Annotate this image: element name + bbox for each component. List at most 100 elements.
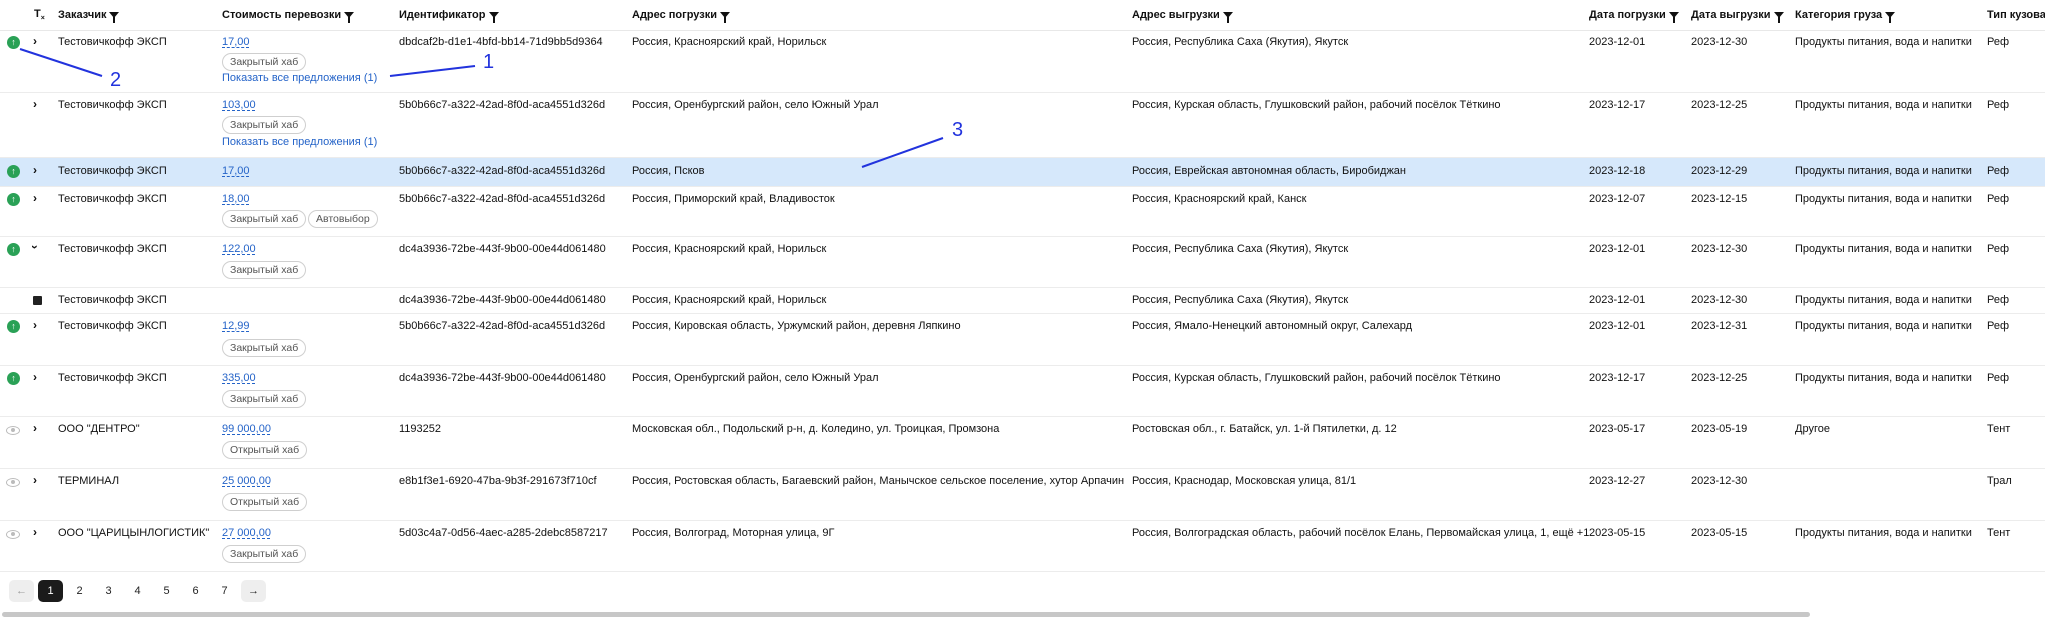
expand-chevron-icon[interactable]: › xyxy=(33,421,37,435)
closed-hub-chip: Закрытый хаб xyxy=(222,116,307,134)
load-date-cell: 2023-12-01 xyxy=(1589,320,1646,332)
price-link[interactable]: 103,00 xyxy=(222,99,256,111)
pagination: ← 1 2 3 4 5 6 7 → xyxy=(9,580,266,602)
prev-page-button[interactable]: ← xyxy=(9,580,34,602)
page-button[interactable]: 3 xyxy=(96,580,121,602)
horizontal-scrollbar[interactable] xyxy=(2,612,1810,617)
price-link[interactable]: 335,00 xyxy=(222,372,256,384)
col-cost[interactable]: Стоимость перевозки xyxy=(222,9,355,23)
show-offers-link[interactable]: Показать все предложения (1) xyxy=(222,72,377,84)
filter-icon[interactable] xyxy=(488,12,499,23)
col-load-address[interactable]: Адрес погрузки xyxy=(632,9,731,23)
table-row[interactable]: › Тестовичкофф ЭКСП 103,00 Закрытый хаб … xyxy=(0,93,2045,158)
body-type-cell: Реф xyxy=(1987,294,2010,306)
table-row-selected[interactable]: ↑ › Тестовичкофф ЭКСП 17,00 5b0b66c7-a32… xyxy=(0,158,2045,187)
table-child-row[interactable]: Тестовичкофф ЭКСП dc4a3936-72be-443f-9b0… xyxy=(0,288,2045,314)
col-load-date[interactable]: Дата погрузки xyxy=(1589,9,1679,23)
closed-hub-chip: Закрытый хаб xyxy=(222,210,307,228)
col-body-type[interactable]: Тип кузова xyxy=(1987,9,2045,21)
closed-hub-chip: Закрытый хаб xyxy=(222,53,307,71)
customer-cell: ООО "ЦАРИЦЫНЛОГИСТИК" xyxy=(58,527,210,539)
body-type-cell: Реф xyxy=(1987,372,2010,384)
expand-chevron-icon[interactable]: › xyxy=(33,34,37,48)
price-link[interactable]: 17,00 xyxy=(222,36,250,48)
filter-icon[interactable] xyxy=(344,12,355,23)
expand-chevron-icon[interactable]: › xyxy=(33,191,37,205)
id-cell: 5b0b66c7-a322-42ad-8f0d-aca4551d326d xyxy=(399,165,606,177)
load-address-cell: Россия, Красноярский край, Норильск xyxy=(632,243,827,255)
load-date-cell: 2023-12-07 xyxy=(1589,193,1646,205)
customer-cell: Тестовичкофф ЭКСП xyxy=(58,193,167,205)
price-link[interactable]: 122,00 xyxy=(222,243,256,255)
table-row[interactable]: › ООО "ДЕНТРО" 99 000,00 Открытый хаб 11… xyxy=(0,417,2045,469)
open-hub-chip: Открытый хаб xyxy=(222,441,308,459)
load-date-cell: 2023-12-01 xyxy=(1589,294,1646,306)
customer-cell: Тестовичкофф ЭКСП xyxy=(58,36,167,48)
expand-chevron-icon[interactable]: › xyxy=(33,163,37,177)
unload-date-cell: 2023-12-29 xyxy=(1691,165,1748,177)
next-page-button[interactable]: → xyxy=(241,580,266,602)
show-offers-link[interactable]: Показать все предложения (1) xyxy=(222,136,377,148)
price-link[interactable]: 18,00 xyxy=(222,193,250,205)
table-row[interactable]: ↑ › Тестовичкофф ЭКСП 18,00 Закрытый хаб… xyxy=(0,187,2045,237)
page-button[interactable]: 4 xyxy=(125,580,150,602)
col-cargo[interactable]: Категория груза xyxy=(1795,9,1896,23)
price-link[interactable]: 99 000,00 xyxy=(222,423,271,435)
filter-icon[interactable] xyxy=(720,12,731,23)
unload-address-cell: Россия, Республика Саха (Якутия), Якутск xyxy=(1132,243,1349,255)
table-row[interactable]: › ООО "ЦАРИЦЫНЛОГИСТИК" 27 000,00 Закрыт… xyxy=(0,521,2045,572)
expand-chevron-icon[interactable]: › xyxy=(33,97,37,111)
eye-icon xyxy=(6,478,20,487)
page-button[interactable]: 1 xyxy=(38,580,63,602)
load-date-cell: 2023-12-17 xyxy=(1589,372,1646,384)
published-status-icon: ↑ xyxy=(7,165,20,178)
col-id[interactable]: Идентификатор xyxy=(399,9,499,23)
col-unload-address[interactable]: Адрес выгрузки xyxy=(1132,9,1233,23)
price-link[interactable]: 17,00 xyxy=(222,165,250,177)
closed-hub-chip: Закрытый хаб xyxy=(222,390,307,408)
unload-date-cell: 2023-12-30 xyxy=(1691,475,1748,487)
body-type-cell: Тент xyxy=(1987,527,2011,539)
load-address-cell: Россия, Кировская область, Уржумский рай… xyxy=(632,320,961,332)
body-type-cell: Реф xyxy=(1987,99,2010,111)
annotation-label: 1 xyxy=(483,51,495,73)
table-row[interactable]: ↑ › Тестовичкофф ЭКСП 17,00 Закрытый хаб… xyxy=(0,31,2045,93)
table-row[interactable]: ↑ › Тестовичкофф ЭКСП 335,00 Закрытый ха… xyxy=(0,366,2045,417)
price-link[interactable]: 27 000,00 xyxy=(222,527,271,539)
load-date-cell: 2023-12-01 xyxy=(1589,243,1646,255)
collapse-chevron-icon[interactable]: › xyxy=(28,245,42,249)
customer-cell: ТЕРМИНАЛ xyxy=(58,475,120,487)
page-button[interactable]: 5 xyxy=(154,580,179,602)
filter-icon[interactable] xyxy=(1668,12,1679,23)
filter-icon[interactable] xyxy=(1222,12,1233,23)
col-customer[interactable]: Заказчик xyxy=(58,9,120,23)
load-address-cell: Россия, Волгоград, Моторная улица, 9Г xyxy=(632,527,835,539)
expand-chevron-icon[interactable]: › xyxy=(33,318,37,332)
table-row[interactable]: › ТЕРМИНАЛ 25 000,00 Открытый хаб e8b1f3… xyxy=(0,469,2045,521)
published-status-icon: ↑ xyxy=(7,243,20,256)
cargo-cell: Продукты питания, вода и напитки xyxy=(1795,320,1972,332)
price-link[interactable]: 12,99 xyxy=(222,320,250,332)
unload-address-cell: Россия, Курская область, Глушковский рай… xyxy=(1132,99,1501,111)
id-cell: dc4a3936-72be-443f-9b00-00e44d061480 xyxy=(399,372,606,384)
body-type-cell: Реф xyxy=(1987,243,2010,255)
load-address-cell: Россия, Оренбургский район, село Южный У… xyxy=(632,99,879,111)
unload-address-cell: Россия, Курская область, Глушковский рай… xyxy=(1132,372,1501,384)
table-row[interactable]: ↑ › Тестовичкофф ЭКСП 12,99 Закрытый хаб… xyxy=(0,314,2045,366)
col-unload-date[interactable]: Дата выгрузки xyxy=(1691,9,1784,23)
expand-chevron-icon[interactable]: › xyxy=(33,370,37,384)
unload-date-cell: 2023-12-31 xyxy=(1691,320,1748,332)
id-cell: dc4a3936-72be-443f-9b00-00e44d061480 xyxy=(399,294,606,306)
table-row[interactable]: ↑ › Тестовичкофф ЭКСП 122,00 Закрытый ха… xyxy=(0,237,2045,288)
filter-icon[interactable] xyxy=(1773,12,1784,23)
page-button[interactable]: 2 xyxy=(67,580,92,602)
page-button[interactable]: 6 xyxy=(183,580,208,602)
load-date-cell: 2023-05-17 xyxy=(1589,423,1646,435)
clear-filters-icon[interactable]: T× xyxy=(34,8,45,22)
filter-icon[interactable] xyxy=(109,12,120,23)
page-button[interactable]: 7 xyxy=(212,580,237,602)
expand-chevron-icon[interactable]: › xyxy=(33,473,37,487)
filter-icon[interactable] xyxy=(1885,12,1896,23)
expand-chevron-icon[interactable]: › xyxy=(33,525,37,539)
price-link[interactable]: 25 000,00 xyxy=(222,475,271,487)
